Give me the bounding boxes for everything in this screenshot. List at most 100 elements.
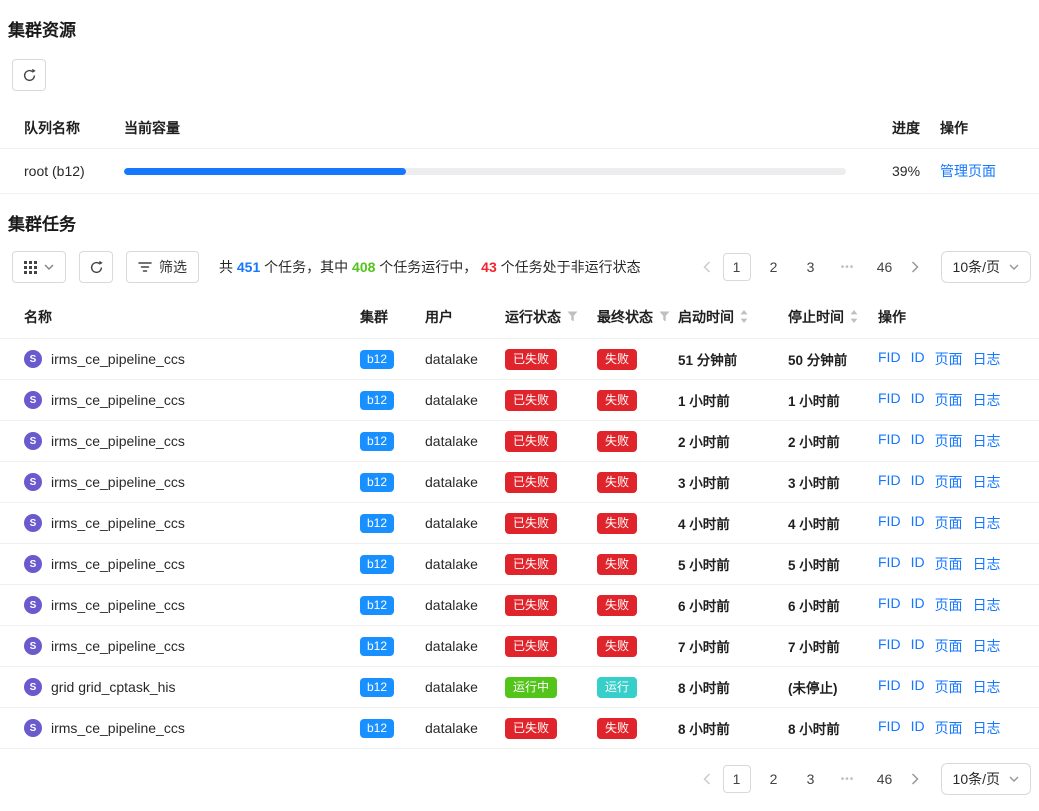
action-link-log[interactable]: 日志 [973,390,1001,410]
action-link-log[interactable]: 日志 [973,554,1001,574]
task-name: irms_ce_pipeline_ccs [51,474,185,490]
action-link-log[interactable]: 日志 [973,677,1001,697]
page-size-select[interactable]: 10条/页 [941,763,1031,795]
bottom-pagination-bar: 123 ••• 46 10条/页 [0,749,1039,811]
action-link-page[interactable]: 页面 [935,677,963,697]
row-actions: FID ID 页面日志 [878,349,1039,369]
action-link-page[interactable]: 页面 [935,513,963,533]
action-link-id[interactable]: ID [911,390,925,410]
row-actions: FID ID 页面日志 [878,636,1039,656]
action-link-fid[interactable]: FID [878,349,901,369]
resources-refresh-button[interactable] [12,59,46,91]
stop-time: 3 小时前 [788,472,878,492]
filter-funnel-icon[interactable] [659,311,670,322]
table-row: S irms_ce_pipeline_ccs b12 datalake 已失败 … [0,708,1039,749]
page-number-1[interactable]: 1 [723,765,751,793]
final-status-tag: 失败 [597,431,637,452]
table-row: S irms_ce_pipeline_ccs b12 datalake 已失败 … [0,380,1039,421]
next-page-button[interactable] [903,765,927,793]
action-link-page[interactable]: 页面 [935,595,963,615]
action-link-fid[interactable]: FID [878,431,901,451]
action-link-page[interactable]: 页面 [935,718,963,738]
action-link-id[interactable]: ID [911,554,925,574]
page-size-select[interactable]: 10条/页 [941,251,1031,283]
header-final-status: 最终状态 [597,307,678,327]
table-row: S irms_ce_pipeline_ccs b12 datalake 已失败 … [0,626,1039,667]
action-link-fid[interactable]: FID [878,390,901,410]
task-name: irms_ce_pipeline_ccs [51,351,185,367]
action-link-fid[interactable]: FID [878,636,901,656]
tasks-table: 名称 集群 用户 运行状态 最终状态 启动时间 [0,295,1039,749]
next-page-button[interactable] [903,253,927,281]
run-status-tag: 已失败 [505,718,557,739]
avatar: S [24,391,42,409]
filter-funnel-icon[interactable] [567,311,578,322]
prev-page-button[interactable] [695,253,719,281]
tasks-refresh-button[interactable] [79,251,113,283]
page-number-3[interactable]: 3 [797,253,825,281]
action-link-id[interactable]: ID [911,513,925,533]
sorter-icon[interactable] [740,310,748,323]
final-status-tag: 失败 [597,636,637,657]
user-name: datalake [425,433,505,449]
action-link-id[interactable]: ID [911,431,925,451]
action-link-id[interactable]: ID [911,595,925,615]
action-link-log[interactable]: 日志 [973,349,1001,369]
action-link-page[interactable]: 页面 [935,349,963,369]
action-link-log[interactable]: 日志 [973,431,1001,451]
action-link-page[interactable]: 页面 [935,431,963,451]
action-link-fid[interactable]: FID [878,513,901,533]
action-link-page[interactable]: 页面 [935,636,963,656]
page-number-3[interactable]: 3 [797,765,825,793]
task-name: grid grid_cptask_his [51,679,176,695]
grid-view-button[interactable] [12,251,66,283]
action-link-page[interactable]: 页面 [935,554,963,574]
page-number-2[interactable]: 2 [760,765,788,793]
action-link-log[interactable]: 日志 [973,636,1001,656]
run-status-tag: 已失败 [505,349,557,370]
action-link-log[interactable]: 日志 [973,472,1001,492]
action-link-log[interactable]: 日志 [973,718,1001,738]
page-number-2[interactable]: 2 [760,253,788,281]
user-name: datalake [425,679,505,695]
stop-time: 2 小时前 [788,431,878,451]
start-time: 4 小时前 [678,513,788,533]
action-link-id[interactable]: ID [911,636,925,656]
action-link-fid[interactable]: FID [878,554,901,574]
page-number-46[interactable]: 46 [871,765,899,793]
action-link-id[interactable]: ID [911,472,925,492]
action-link-fid[interactable]: FID [878,595,901,615]
queue-name: root (b12) [0,163,124,179]
manage-page-link[interactable]: 管理页面 [940,163,996,179]
prev-page-button[interactable] [695,765,719,793]
action-link-id[interactable]: ID [911,718,925,738]
header-queue-name: 队列名称 [0,118,124,138]
stop-time: 6 小时前 [788,595,878,615]
user-name: datalake [425,351,505,367]
tasks-section-title: 集群任务 [0,194,1039,235]
action-link-id[interactable]: ID [911,677,925,697]
action-link-log[interactable]: 日志 [973,513,1001,533]
row-actions: FID ID 页面日志 [878,554,1039,574]
action-link-fid[interactable]: FID [878,472,901,492]
final-status-tag: 失败 [597,718,637,739]
action-link-log[interactable]: 日志 [973,595,1001,615]
final-status-tag: 失败 [597,513,637,534]
action-link-page[interactable]: 页面 [935,472,963,492]
action-link-fid[interactable]: FID [878,677,901,697]
page-list: 123 ••• 46 [723,765,899,793]
resources-section-title: 集群资源 [0,0,1039,41]
page-ellipsis: ••• [834,765,862,793]
page-number-46[interactable]: 46 [871,253,899,281]
page-number-1[interactable]: 1 [723,253,751,281]
row-actions: FID ID 页面日志 [878,431,1039,451]
avatar: S [24,432,42,450]
cluster-tag: b12 [360,391,394,410]
filter-button[interactable]: 筛选 [126,251,199,283]
action-link-id[interactable]: ID [911,349,925,369]
table-row: S irms_ce_pipeline_ccs b12 datalake 已失败 … [0,462,1039,503]
action-link-page[interactable]: 页面 [935,390,963,410]
final-status-tag: 失败 [597,595,637,616]
action-link-fid[interactable]: FID [878,718,901,738]
sorter-icon[interactable] [850,310,858,323]
